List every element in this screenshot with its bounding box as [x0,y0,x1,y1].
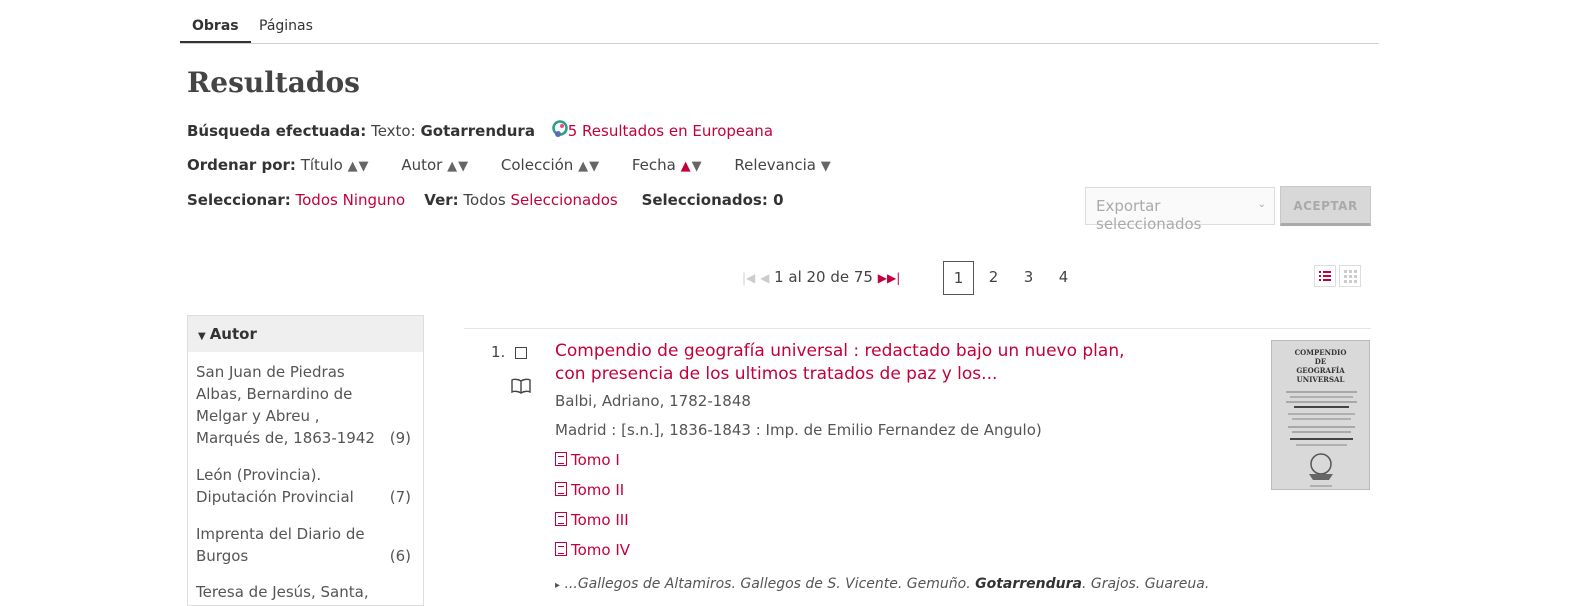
select-all-link[interactable]: Todos [296,191,338,209]
facet-title: Autor [209,325,257,343]
document-icon [555,512,567,526]
sort-titulo[interactable]: Título ▲▼ [301,156,370,174]
result-checkbox[interactable] [515,347,527,359]
sort-fecha[interactable]: Fecha ▲▼ [632,156,703,174]
search-field: Texto: [371,122,416,140]
sort-arrows-icon[interactable]: ▲▼ [681,159,703,174]
select-label: Seleccionar: [187,191,291,209]
open-book-icon[interactable] [510,377,532,399]
page-link-1[interactable]: 1 [943,261,974,295]
result-publication: Madrid : [s.n.], 1836-1843 : Imp. de Emi… [555,421,1042,439]
selected-count: Seleccionados: 0 [641,191,784,209]
facet-item-name: León (Provincia). Diputación Provincial [196,466,354,506]
sort-autor-label: Autor [401,156,443,174]
document-icon [555,452,567,466]
snippet-text: ...Gallegos de Altamiros. Gallegos de S.… [564,576,976,592]
sort-down-icon[interactable]: ▼ [821,159,832,174]
europeana-icon [551,120,568,138]
sort-relevancia-label: Relevancia [734,156,816,174]
europeana-results-link[interactable]: 5 Resultados en Europeana [568,122,773,140]
facet-item-name: Imprenta del Diario de Burgos [196,525,365,565]
page-link-4[interactable]: 4 [1048,261,1079,295]
sort-arrows-icon[interactable]: ▲▼ [447,159,469,174]
document-icon [555,542,567,556]
view-all: Todos [463,191,506,209]
tab-obras[interactable]: Obras [180,18,251,43]
search-label: Búsqueda efectuada: [187,122,367,140]
tab-paginas[interactable]: Páginas [247,18,325,41]
page-title: Resultados [187,66,360,99]
select-none-link[interactable]: Ninguno [343,191,406,209]
thumbnail-title: COMPENDIO DE GEOGRAFÍA UNIVERSAL [1294,348,1347,384]
view-label: Ver: [424,191,459,209]
facet-item-name: San Juan de Piedras Albas, Bernardino de… [196,363,375,447]
facet-item-count: (6) [389,547,411,565]
snippet-text-end: . Grajos. Guareua. [1081,576,1210,592]
volume-link-1[interactable]: Tomo I [555,451,620,469]
triangle-down-icon: ▼ [198,331,206,342]
export-select-value: Exportar seleccionados [1096,197,1202,233]
facet-item[interactable]: San Juan de Piedras Albas, Bernardino de… [188,361,423,449]
sort-titulo-label: Título [300,156,343,174]
page-link-3[interactable]: 3 [1013,261,1044,295]
chevron-down-icon: ⌄ [1257,199,1266,210]
volume-link-4[interactable]: Tomo IV [555,541,630,559]
facet-item-count: (7) [389,488,411,506]
view-selected-link[interactable]: Seleccionados [511,191,618,209]
first-page-icon: |◀ [742,271,756,285]
result-snippet: ▸ ...Gallegos de Altamiros. Gallegos de … [555,576,1209,592]
page-link-2[interactable]: 2 [978,261,1009,295]
sort-relevancia[interactable]: Relevancia ▼ [734,156,831,174]
result-title-link[interactable]: Compendio de geografía universal : redac… [555,340,1155,386]
pagination-summary: |◀ ◀ 1 al 20 de 75 ▶▶| [742,268,900,286]
volume-link-2[interactable]: Tomo II [555,481,624,499]
accept-button[interactable]: ACEPTAR [1280,186,1371,226]
results-tabs: Obras Páginas [180,0,1379,44]
result-thumbnail[interactable]: COMPENDIO DE GEOGRAFÍA UNIVERSAL [1271,340,1370,490]
facet-item-name: Teresa de Jesús, Santa, [196,583,369,601]
results-divider [464,328,1371,329]
facet-item[interactable]: Teresa de Jesús, Santa, [188,581,423,603]
grid-view-icon[interactable] [1339,265,1361,287]
selection-bar: Seleccionar: Todos Ninguno Ver: Todos Se… [187,191,784,209]
next-page-icon[interactable]: ▶ [878,271,887,285]
sort-label: Ordenar por: [187,156,296,174]
volume-link-3[interactable]: Tomo III [555,511,629,529]
sort-arrows-icon[interactable]: ▲▼ [578,159,600,174]
facet-item-count: (9) [389,429,411,447]
list-view-icon[interactable] [1314,265,1336,287]
triangle-right-icon[interactable]: ▸ [555,580,560,591]
result-number: 1. [491,343,506,361]
facet-header[interactable]: ▼ Autor [188,316,423,352]
search-summary: Búsqueda efectuada: Texto: Gotarrendura … [187,118,773,140]
sort-coleccion[interactable]: Colección ▲▼ [501,156,600,174]
sort-arrows-icon[interactable]: ▲▼ [348,159,370,174]
volume-label: Tomo III [571,511,629,529]
prev-page-icon: ◀ [760,271,770,285]
results-range: 1 al 20 de 75 [774,268,873,286]
result-author: Balbi, Adriano, 1782-1848 [555,392,751,410]
facet-item[interactable]: Imprenta del Diario de Burgos (6) [188,523,423,567]
sort-bar: Ordenar por: Título ▲▼ Autor ▲▼ Colecció… [187,156,859,174]
volume-label: Tomo II [571,481,625,499]
export-select[interactable]: Exportar seleccionados ⌄ [1085,187,1275,233]
sort-fecha-label: Fecha [631,156,676,174]
search-term: Gotarrendura [420,122,535,140]
facet-item[interactable]: León (Provincia). Diputación Provincial … [188,464,423,508]
last-page-icon[interactable]: ▶| [887,271,900,285]
sort-coleccion-label: Colección [500,156,574,174]
volume-label: Tomo I [571,451,620,469]
snippet-highlight: Gotarrendura [975,576,1082,592]
volume-label: Tomo IV [571,541,631,559]
sort-autor[interactable]: Autor ▲▼ [401,156,469,174]
document-icon [555,482,567,496]
author-facet: ▼ Autor San Juan de Piedras Albas, Bernar… [187,315,424,606]
